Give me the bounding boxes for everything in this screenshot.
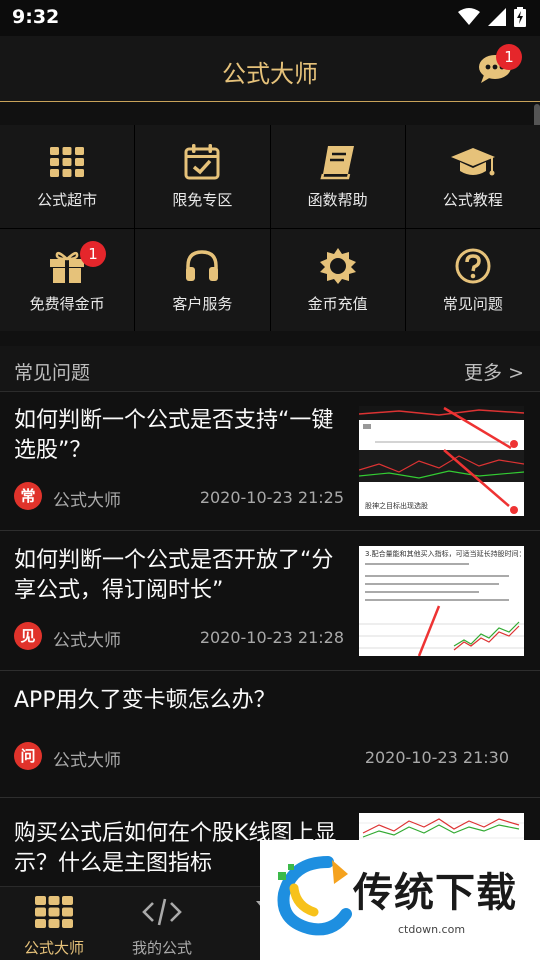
category-tag: 见 bbox=[14, 622, 42, 650]
book-icon bbox=[320, 146, 354, 180]
menu-formula-market[interactable]: 公式超市 bbox=[0, 125, 135, 228]
status-time: 9:32 bbox=[12, 6, 60, 28]
menu-formula-tutorial[interactable]: 公式教程 bbox=[405, 125, 540, 228]
menu-label: 常见问题 bbox=[442, 294, 503, 313]
code-icon bbox=[142, 898, 182, 926]
list-item[interactable]: 如何判断一个公式是否支持“一键选股”？ 常 公式大师 2020-10-23 21… bbox=[0, 392, 540, 531]
item-title: 如何判断一个公式是否开放了“分享公式，得订阅时长” bbox=[14, 548, 334, 603]
message-count-badge: 1 bbox=[496, 44, 522, 70]
faq-list: 如何判断一个公式是否支持“一键选股”？ 常 公式大师 2020-10-23 21… bbox=[0, 392, 540, 886]
list-item[interactable]: 如何判断一个公式是否开放了“分享公式，得订阅时长” 见 公式大师 2020-10… bbox=[0, 532, 540, 671]
menu-label: 免费得金币 bbox=[29, 294, 105, 313]
thumbnail-caption: 股神之目标出现选股 bbox=[365, 502, 428, 510]
menu-customer-service[interactable]: 客户服务 bbox=[135, 228, 270, 331]
menu-free-zone[interactable]: 限免专区 bbox=[135, 125, 270, 228]
wifi-icon bbox=[458, 8, 480, 25]
menu-faq[interactable]: 常见问题 bbox=[405, 228, 540, 331]
item-author: 公式大师 bbox=[53, 751, 121, 771]
nav-tab-my-formulas[interactable]: 我的公式 bbox=[108, 887, 216, 960]
item-author: 公式大师 bbox=[53, 631, 121, 651]
item-title: APP用久了变卡顿怎么办？ bbox=[14, 688, 276, 713]
thumbnail-caption: 3.配合量能和其他买入指标，可适当延长持股时间： bbox=[365, 550, 524, 558]
menu-label: 限免专区 bbox=[172, 191, 233, 209]
list-item[interactable]: APP用久了变卡顿怎么办？ 问 公式大师 2020-10-23 21:30 bbox=[0, 672, 540, 798]
question-circle-icon bbox=[455, 248, 491, 283]
menu-free-coins[interactable]: 1 免费得金币 bbox=[0, 228, 135, 331]
menu-label: 函数帮助 bbox=[307, 191, 368, 209]
section-title: 常见问题 bbox=[14, 362, 91, 384]
menu-label: 客户服务 bbox=[172, 294, 233, 313]
faq-section-header: 常见问题 更多 > bbox=[0, 346, 540, 392]
feature-grid: 公式超市 限免专区 函数帮助 公式教程 1 免费得金币 客户服务 金币充值 常见… bbox=[0, 125, 540, 331]
item-thumbnail: 股神之目标出现选股 bbox=[359, 406, 524, 516]
more-link[interactable]: 更多 > bbox=[464, 358, 524, 385]
menu-label: 金币充值 bbox=[307, 294, 368, 313]
status-icons bbox=[458, 7, 526, 27]
calendar-check-icon bbox=[184, 144, 220, 180]
item-date: 2020-10-23 21:28 bbox=[199, 628, 344, 647]
headset-icon bbox=[186, 249, 219, 281]
nav-tab-home[interactable]: 公式大师 bbox=[0, 887, 108, 960]
item-title: 如何判断一个公式是否支持“一键选股”？ bbox=[14, 408, 334, 463]
page-title: 公式大师 bbox=[222, 60, 318, 88]
menu-function-help[interactable]: 函数帮助 bbox=[270, 125, 405, 228]
free-coins-badge: 1 bbox=[80, 240, 106, 267]
nav-label: 我的公式 bbox=[131, 939, 192, 957]
watermark-text: 传统下载 bbox=[353, 870, 517, 916]
grid-icon bbox=[35, 896, 73, 928]
watermark-logo: 传统下载 ctdown.com bbox=[260, 840, 540, 960]
grid-icon bbox=[50, 147, 85, 177]
category-tag: 问 bbox=[14, 742, 42, 770]
menu-label: 公式超市 bbox=[37, 191, 98, 209]
app-header: 公式大师 1 bbox=[0, 36, 540, 102]
watermark-icon bbox=[277, 856, 352, 936]
signal-icon bbox=[488, 8, 506, 26]
nav-label: 公式大师 bbox=[23, 939, 84, 957]
item-author: 公式大师 bbox=[53, 491, 121, 511]
status-bar: 9:32 bbox=[0, 0, 540, 36]
graduation-cap-icon bbox=[450, 148, 495, 176]
watermark-url: ctdown.com bbox=[398, 923, 466, 936]
item-date: 2020-10-23 21:25 bbox=[199, 488, 344, 507]
messages-button[interactable]: 1 bbox=[478, 44, 522, 84]
item-thumbnail: 3.配合量能和其他买入指标，可适当延长持股时间： bbox=[359, 546, 524, 656]
menu-coin-recharge[interactable]: 金币充值 bbox=[270, 228, 405, 331]
sun-icon bbox=[319, 247, 356, 284]
battery-icon bbox=[514, 7, 526, 27]
menu-label: 公式教程 bbox=[442, 191, 503, 209]
item-date: 2020-10-23 21:30 bbox=[364, 748, 509, 767]
category-tag: 常 bbox=[14, 482, 42, 510]
